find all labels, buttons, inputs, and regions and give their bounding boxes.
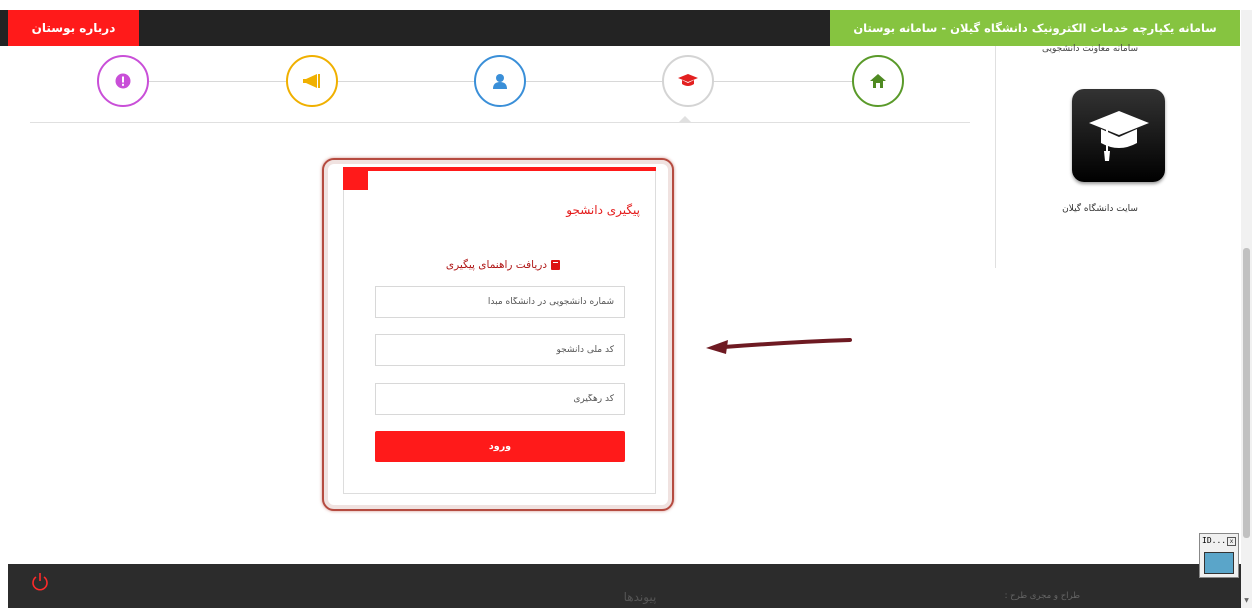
step-info[interactable] — [97, 55, 149, 107]
scrollbar[interactable]: ▼ — [1241, 10, 1252, 608]
scrollbar-thumb[interactable] — [1243, 248, 1250, 538]
step-announcements[interactable] — [286, 55, 338, 107]
footer-designer-label: طراح و مجری طرح : — [1004, 591, 1080, 601]
graduation-cap-icon — [1088, 110, 1149, 161]
megaphone-icon — [303, 74, 321, 88]
national-code-input[interactable] — [375, 334, 625, 366]
card-accent-corner — [343, 167, 368, 190]
tracking-guide-label: دریافت راهنمای پیگیری — [445, 259, 547, 271]
student-number-input[interactable] — [375, 286, 625, 318]
floating-widget[interactable]: ID... x — [1199, 533, 1239, 578]
close-icon[interactable]: x — [1227, 537, 1236, 546]
book-icon — [551, 260, 560, 270]
form-title: پیگیری دانشجو — [566, 203, 640, 217]
university-site-icon[interactable] — [1072, 89, 1165, 182]
user-icon — [492, 73, 508, 89]
site-title[interactable]: سامانه یکپارچه خدمات الکترونیک دانشگاه گ… — [830, 10, 1240, 46]
section-divider — [30, 122, 970, 123]
student-affairs-link[interactable]: سامانه معاونت دانشجویی — [1040, 44, 1140, 54]
step-student-tracking[interactable] — [662, 55, 714, 107]
widget-image — [1204, 552, 1234, 574]
login-button[interactable]: ورود — [375, 431, 625, 462]
footer-links-title: پیوندها — [623, 590, 657, 604]
active-step-caret — [678, 116, 692, 123]
exclamation-icon — [115, 73, 131, 89]
step-profile[interactable] — [474, 55, 526, 107]
university-site-label[interactable]: سایت دانشگاه گیلان — [1050, 204, 1150, 214]
sidebar-divider — [995, 46, 996, 268]
card-accent-line — [343, 167, 656, 171]
annotation-arrow — [706, 338, 852, 354]
scroll-down-arrow-icon[interactable]: ▼ — [1243, 596, 1250, 606]
home-icon — [870, 73, 886, 89]
graduation-cap-icon — [678, 74, 698, 88]
widget-title: ID... — [1202, 536, 1227, 545]
step-home[interactable] — [852, 55, 904, 107]
about-bustan-button[interactable]: درباره بوستان — [8, 10, 139, 46]
tracking-code-input[interactable] — [375, 383, 625, 415]
tracking-guide-link[interactable]: دریافت راهنمای پیگیری — [380, 259, 560, 271]
power-icon[interactable] — [31, 572, 49, 596]
